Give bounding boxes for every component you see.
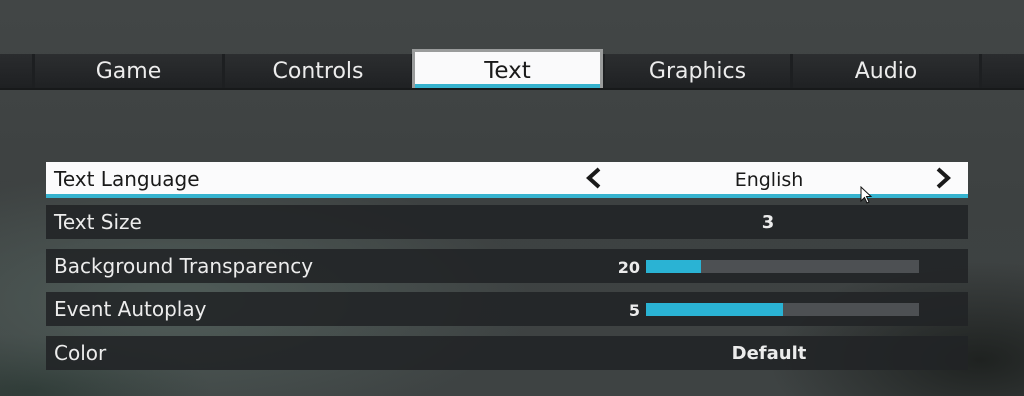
tab-text-label: Text: [484, 58, 531, 84]
selected-row-indicator: [46, 194, 968, 198]
setting-value: English: [734, 169, 804, 191]
tab-bar: Game Controls Text Graphics Audio: [0, 49, 1024, 90]
slider-fill: [646, 260, 701, 273]
slider-value: 5: [628, 301, 640, 320]
setting-label: Color: [54, 341, 107, 365]
mouse-cursor-icon: [860, 186, 873, 204]
setting-value: Default: [731, 343, 807, 364]
tab-game[interactable]: Game: [35, 54, 222, 88]
chevron-right-icon[interactable]: [932, 165, 954, 191]
setting-row-color[interactable]: Color Default: [46, 336, 968, 370]
setting-label: Text Language: [54, 167, 200, 191]
setting-row-background-transparency[interactable]: Background Transparency 20: [46, 249, 968, 283]
setting-label: Event Autoplay: [54, 297, 207, 321]
chevron-left-icon[interactable]: [583, 165, 605, 191]
tab-active-indicator: [415, 84, 600, 88]
tab-bar-left-end: [0, 54, 32, 88]
slider-track[interactable]: [646, 260, 919, 273]
tab-graphics[interactable]: Graphics: [605, 54, 790, 88]
tab-audio[interactable]: Audio: [793, 54, 979, 88]
setting-row-text-language[interactable]: Text Language English: [46, 162, 968, 198]
setting-row-event-autoplay[interactable]: Event Autoplay 5: [46, 292, 968, 326]
setting-label: Text Size: [54, 210, 142, 234]
tab-bar-right-end: [982, 54, 1024, 88]
slider-value: 20: [617, 258, 640, 277]
slider-fill: [646, 303, 783, 316]
tab-text[interactable]: Text: [412, 49, 603, 88]
tab-controls[interactable]: Controls: [225, 54, 411, 88]
setting-value: 3: [761, 212, 775, 233]
slider-track[interactable]: [646, 303, 919, 316]
setting-label: Background Transparency: [54, 254, 314, 278]
setting-row-text-size[interactable]: Text Size 3: [46, 205, 968, 239]
